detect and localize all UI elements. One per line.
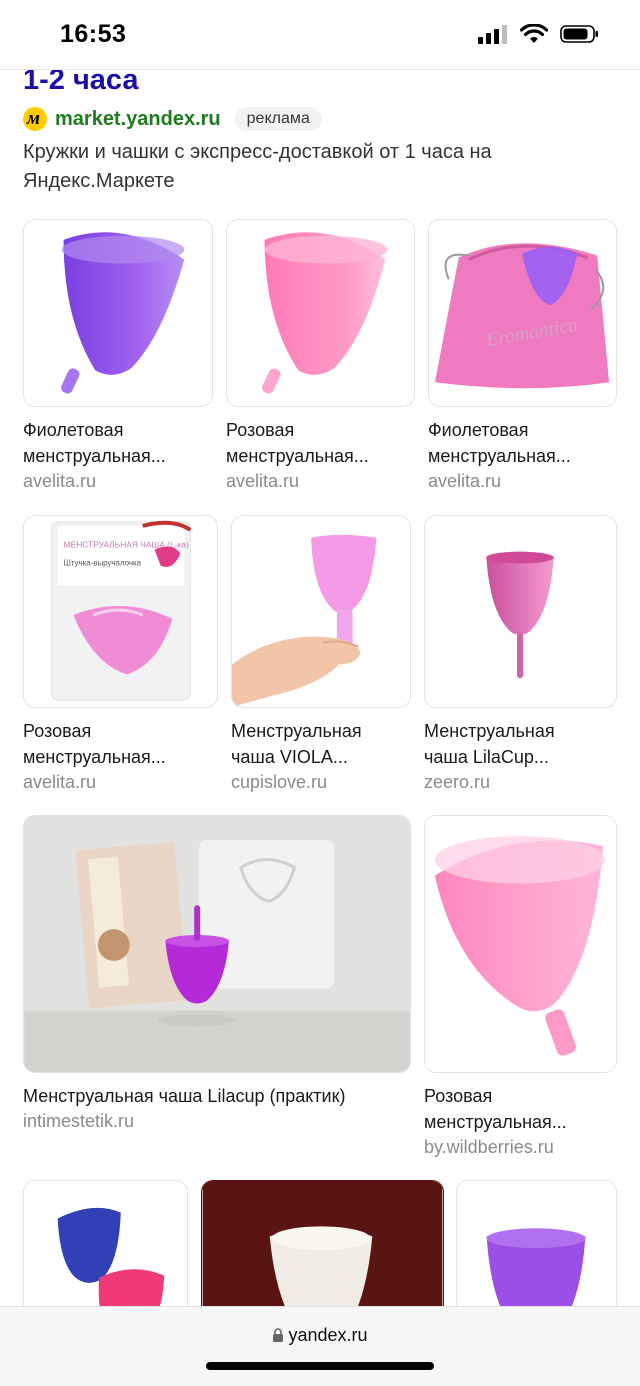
ad-source-row: м market.yandex.ru реклама [23,104,322,134]
status-icons [478,24,600,44]
result-source: intimestetik.ru [23,1111,135,1131]
ad-domain-link[interactable]: market.yandex.ru [55,108,221,131]
result-title-line2: менструальная... [428,446,571,466]
result-thumbnail[interactable] [23,219,213,407]
result-title-line2: менструальная... [226,446,369,466]
result-title-line1: Розовая [23,721,92,741]
pink-bag-with-cup-image: Eromantica [434,243,610,389]
result-thumbnail[interactable] [424,515,617,708]
result-title-line1: Фиолетовая [428,420,529,440]
result-title-line1: Фиолетовая [23,420,124,440]
result-thumbnail[interactable] [226,219,415,407]
result-source: avelita.ru [226,471,300,491]
result-source: cupislove.ru [231,772,328,792]
packaged-pink-cup-image: МЕНСТРУАЛЬНАЯ ЧАША (L-ка) Штучка-выручал… [51,520,192,701]
pink-cup-image [262,232,388,394]
result-thumbnail[interactable] [231,515,411,708]
result-title-line2: чаша LilaCup... [424,747,549,767]
result-source: avelita.ru [23,772,97,792]
image-result-7[interactable]: Менструальная чаша Lilacup (практик) int… [23,815,411,1133]
header-divider [0,69,640,70]
browser-bottom-bar: yandex.ru [0,1306,640,1386]
battery-icon [560,25,598,43]
result-title-line1: Менструальная [231,721,362,741]
hand-holding-pink-cup-image [232,534,377,707]
image-result-3[interactable]: Eromantica Фиолетовая менструальная... a… [428,219,617,493]
package-subtitle-text: Штучка-выручалочка [64,558,142,567]
result-source: zeero.ru [424,772,491,792]
image-result-6[interactable]: Менструальная чаша LilaCup... zeero.ru [424,515,617,794]
result-title-line1: Розовая [226,420,295,440]
result-thumbnail[interactable]: Eromantica [428,219,617,407]
result-thumbnail[interactable] [424,815,617,1073]
pink-cup-large-image [434,836,606,1056]
lock-icon [273,1328,284,1342]
result-thumbnail[interactable] [23,815,411,1073]
cellular-signal-icon [478,25,507,44]
image-result-2[interactable]: Розовая менструальная... avelita.ru [226,219,415,493]
wifi-icon [520,24,548,43]
purple-cup-image [61,232,185,394]
result-title-line1: Розовая [424,1086,493,1106]
result-source: by.wildberries.ru [424,1137,554,1157]
lilacup-cup-image [486,551,554,679]
image-result-5[interactable]: Менструальная чаша VIOLA... cupislove.ru [231,515,411,794]
image-result-4[interactable]: МЕНСТРУАЛЬНАЯ ЧАША (L-ка) Штучка-выручал… [23,515,218,794]
status-bar: 16:53 [0,0,640,70]
result-title-line2: чаша VIOLA... [231,747,348,767]
result-title-line2: менструальная... [23,747,166,767]
status-time: 16:53 [60,20,127,48]
result-title-line2: менструальная... [424,1112,567,1132]
lilacup-practik-package-image [24,816,410,1072]
result-source: avelita.ru [428,471,502,491]
yandex-market-logo-icon: м [23,107,47,131]
home-indicator[interactable] [206,1362,434,1370]
address-bar[interactable]: yandex.ru [0,1325,640,1346]
result-source: avelita.ru [23,471,97,491]
result-title-line2: менструальная... [23,446,166,466]
image-result-8[interactable]: Розовая менструальная... by.wildberries.… [424,815,617,1159]
ad-badge: реклама [234,107,322,131]
result-title-line1: Менструальная [424,721,555,741]
result-title-line1: Менструальная чаша Lilacup (практик) [23,1086,346,1106]
result-thumbnail[interactable]: МЕНСТРУАЛЬНАЯ ЧАША (L-ка) Штучка-выручал… [23,515,218,708]
ad-description: Кружки и чашки с экспресс-доставкой от 1… [23,141,492,192]
url-text: yandex.ru [288,1325,368,1345]
image-result-1[interactable]: Фиолетовая менструальная... avelita.ru [23,219,213,493]
